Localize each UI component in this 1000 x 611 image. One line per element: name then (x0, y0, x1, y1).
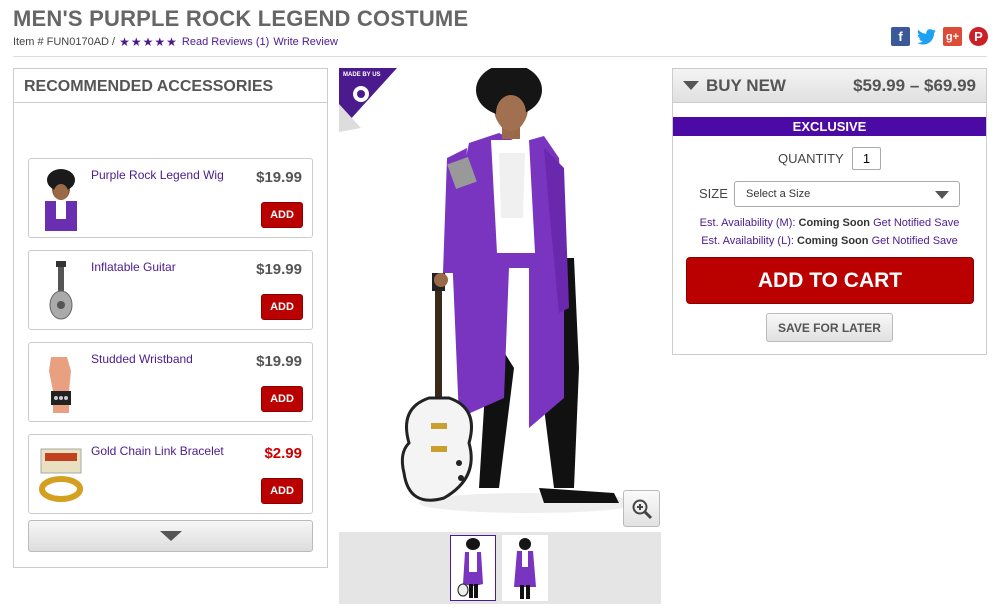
accessory-price: $19.99 (256, 261, 302, 278)
save-link[interactable]: Save (933, 235, 958, 247)
product-title: MEN'S PURPLE ROCK LEGEND COSTUME (13, 6, 469, 31)
accessory-item: Purple Rock Legend Wig $19.99 ADD (28, 158, 313, 238)
guitar-thumbnail-icon[interactable] (37, 259, 85, 323)
zoom-button[interactable] (623, 490, 660, 527)
social-share-bar: f g+ P (891, 27, 988, 46)
read-reviews-link[interactable]: Read Reviews (1) (182, 36, 269, 48)
accessory-name[interactable]: Studded Wristband (91, 352, 193, 366)
add-accessory-button[interactable]: ADD (261, 386, 303, 412)
product-thumbnail-front[interactable] (450, 535, 496, 601)
wristband-thumbnail-icon[interactable] (37, 351, 85, 415)
accessory-price: $2.99 (264, 445, 302, 462)
size-label: SIZE (699, 186, 728, 201)
product-thumbnail-strip (339, 532, 661, 604)
add-to-cart-button[interactable]: ADD TO CART (686, 257, 974, 304)
accessory-price: $19.99 (256, 169, 302, 186)
accessories-scroll-down-button[interactable] (28, 520, 313, 552)
chevron-down-icon (159, 531, 182, 541)
availability-medium: Est. Availability (M): Coming Soon Get N… (673, 217, 986, 229)
facebook-icon[interactable]: f (891, 27, 910, 46)
pinterest-icon[interactable]: P (969, 27, 988, 46)
made-by-us-text: MADE BY US (343, 72, 381, 78)
save-for-later-button[interactable]: SAVE FOR LATER (766, 313, 893, 342)
product-thumbnail-side[interactable] (502, 535, 548, 601)
availability-large: Est. Availability (L): Coming Soon Get N… (673, 235, 986, 247)
accessory-name[interactable]: Purple Rock Legend Wig (91, 168, 224, 182)
costume-thumbnail-icon (457, 538, 483, 598)
rating-stars-icon: ★★★★★ (119, 35, 178, 49)
wig-thumbnail-icon[interactable] (37, 167, 85, 231)
add-accessory-button[interactable]: ADD (261, 202, 303, 228)
save-link[interactable]: Save (934, 217, 959, 229)
product-image[interactable]: MADE BY US (339, 64, 661, 530)
made-by-us-badge: MADE BY US (339, 68, 397, 132)
accessory-price: $19.99 (256, 353, 302, 370)
price-range: $59.99 – $69.99 (853, 75, 976, 95)
bracelet-thumbnail-icon[interactable] (37, 443, 85, 507)
get-notified-link[interactable]: Get Notified (873, 217, 931, 229)
recommended-accessories-panel: RECOMMENDED ACCESSORIES Purple Rock Lege… (13, 68, 328, 568)
chevron-down-icon (683, 81, 699, 90)
add-accessory-button[interactable]: ADD (261, 478, 303, 504)
size-select[interactable]: Select a Size (734, 181, 960, 207)
accessory-item: Inflatable Guitar $19.99 ADD (28, 250, 313, 330)
availability-status: Coming Soon (798, 217, 871, 229)
quantity-input[interactable] (852, 147, 881, 170)
costume-figure-icon (400, 64, 639, 513)
accessory-item: Gold Chain Link Bracelet $2.99 ADD (28, 434, 313, 514)
quantity-label: QUANTITY (778, 151, 844, 166)
accessory-name[interactable]: Inflatable Guitar (91, 260, 176, 274)
add-accessory-button[interactable]: ADD (261, 294, 303, 320)
accessory-item: Studded Wristband $19.99 ADD (28, 342, 313, 422)
buy-new-header[interactable]: BUY NEW $59.99 – $69.99 (673, 69, 986, 103)
item-number: Item # FUN0170AD / (13, 36, 116, 48)
availability-label: Est. Availability (L): (701, 235, 794, 247)
accessories-heading: RECOMMENDED ACCESSORIES (14, 69, 327, 103)
availability-label: Est. Availability (M): (699, 217, 796, 229)
costume-thumbnail-icon (514, 538, 536, 599)
buy-new-label: BUY NEW (706, 75, 786, 95)
product-meta: Item # FUN0170AD / ★★★★★ Read Reviews (1… (13, 35, 338, 49)
chevron-down-icon (935, 191, 949, 199)
get-notified-link[interactable]: Get Notified (872, 235, 930, 247)
accessory-name[interactable]: Gold Chain Link Bracelet (91, 444, 224, 458)
exclusive-banner: EXCLUSIVE (673, 117, 986, 136)
buy-new-panel: BUY NEW $59.99 – $69.99 EXCLUSIVE QUANTI… (672, 68, 987, 355)
header-divider (13, 56, 987, 57)
write-review-link[interactable]: Write Review (273, 36, 338, 48)
availability-status: Coming Soon (797, 235, 869, 247)
google-plus-icon[interactable]: g+ (943, 27, 962, 46)
size-select-value: Select a Size (746, 188, 811, 200)
twitter-icon[interactable] (917, 27, 936, 46)
magnifier-plus-icon (632, 499, 652, 519)
